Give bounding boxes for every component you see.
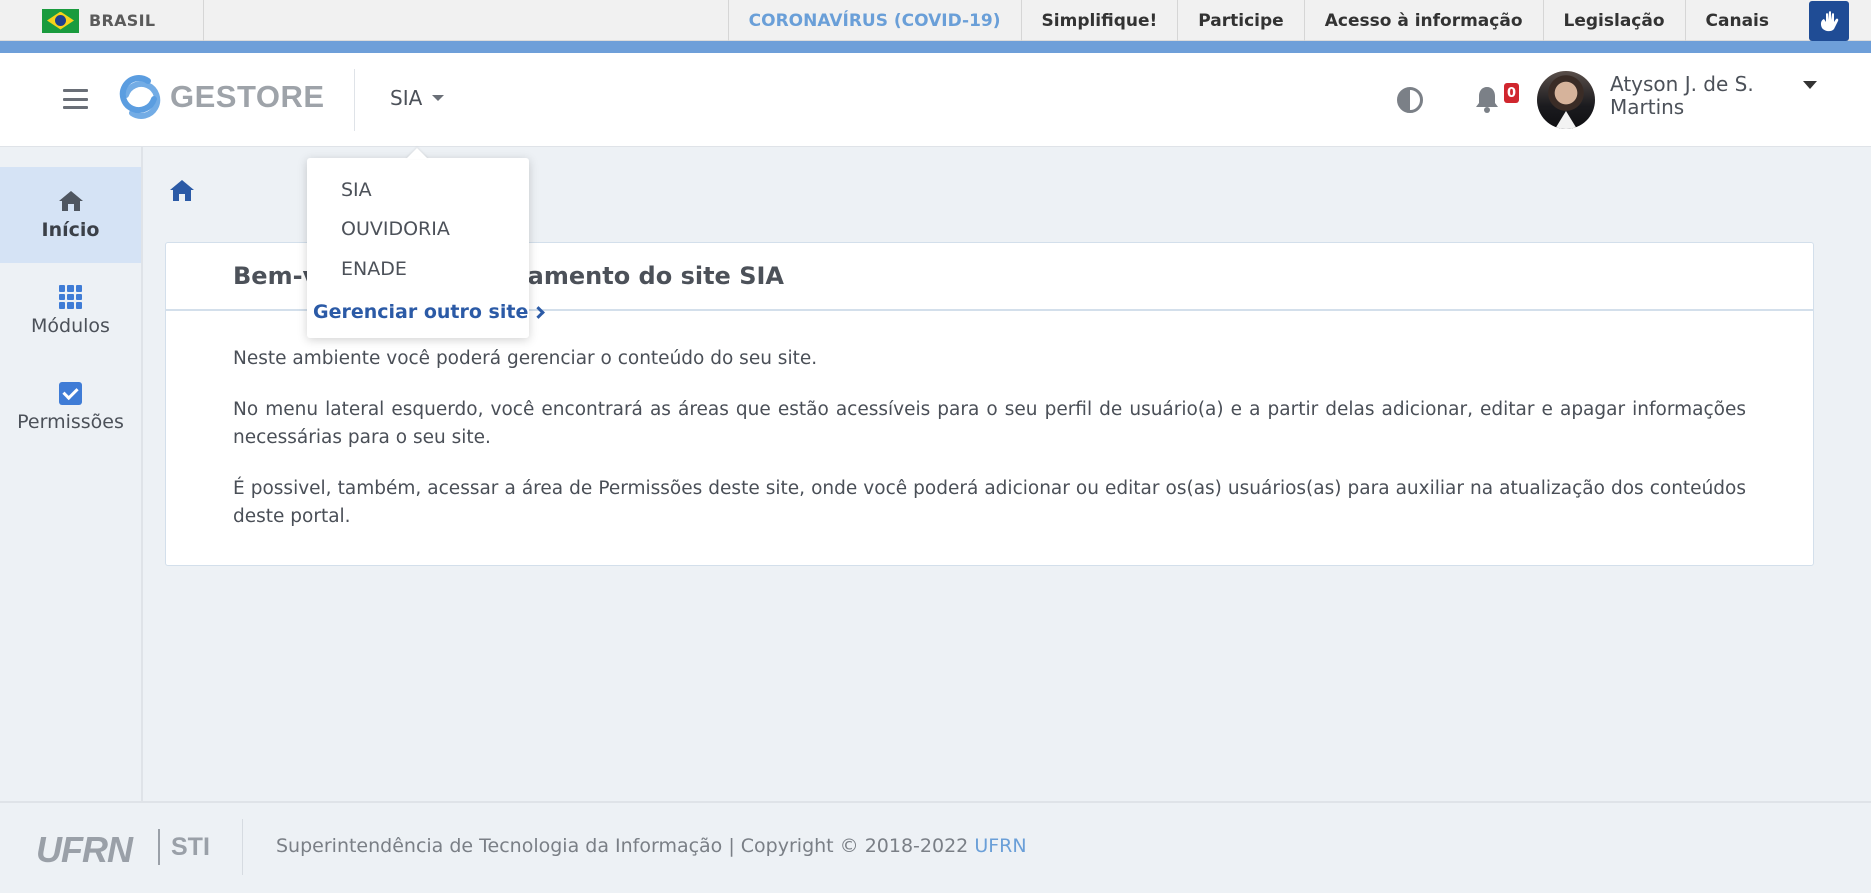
gov-link-simplifique[interactable]: Simplifique! bbox=[1020, 0, 1178, 41]
footer-ufrn-link[interactable]: UFRN bbox=[974, 835, 1026, 857]
hamburger-menu-icon[interactable] bbox=[63, 89, 88, 109]
chevron-right-icon bbox=[532, 305, 546, 319]
grid-icon bbox=[58, 285, 83, 309]
notifications-badge: 0 bbox=[1504, 83, 1520, 103]
contrast-icon[interactable] bbox=[1397, 87, 1423, 113]
sidebar: Início Módulos Permissões bbox=[0, 147, 143, 801]
avatar[interactable] bbox=[1537, 71, 1595, 129]
app-header: GESTORE SIA 0 Atyson J. de S. Martins bbox=[0, 53, 1871, 147]
welcome-paragraph: No menu lateral esquerdo, você encontrar… bbox=[233, 399, 1746, 448]
breadcrumb-home-icon[interactable] bbox=[168, 178, 196, 203]
welcome-paragraph: Neste ambiente você poderá gerenciar o c… bbox=[233, 348, 818, 369]
checkbox-icon bbox=[59, 381, 82, 405]
manage-other-site-label: Gerenciar outro site bbox=[313, 301, 529, 323]
sidebar-item-permissoes[interactable]: Permissões bbox=[0, 359, 141, 455]
footer: UFRN STI Superintendência de Tecnologia … bbox=[0, 801, 1871, 893]
footer-copyright-text: Superintendência de Tecnologia da Inform… bbox=[276, 835, 975, 857]
gov-links: CORONAVÍRUS (COVID-19) Simplifique! Part… bbox=[727, 0, 1871, 41]
sti-logo: STI bbox=[171, 833, 210, 861]
sidebar-item-inicio[interactable]: Início bbox=[0, 167, 141, 263]
gov-link-covid[interactable]: CORONAVÍRUS (COVID-19) bbox=[727, 0, 1021, 41]
gov-brand[interactable]: BRASIL bbox=[42, 0, 205, 41]
site-selector[interactable]: SIA bbox=[390, 86, 445, 110]
gov-link-acesso[interactable]: Acesso à informação bbox=[1303, 0, 1543, 41]
ufrn-logo[interactable]: UFRN bbox=[36, 829, 133, 871]
accent-stripe bbox=[0, 41, 1871, 53]
hand-sign-glyph bbox=[1820, 10, 1839, 31]
manage-other-site-link[interactable]: Gerenciar outro site bbox=[313, 301, 546, 323]
gov-country-label: BRASIL bbox=[89, 11, 156, 30]
footer-copyright: Superintendência de Tecnologia da Inform… bbox=[276, 835, 1027, 857]
bell-icon bbox=[1476, 87, 1498, 113]
welcome-paragraph: É possivel, também, acessar a área de Pe… bbox=[233, 478, 1746, 527]
welcome-card-body: Neste ambiente você poderá gerenciar o c… bbox=[166, 311, 1813, 531]
gov-link-participe[interactable]: Participe bbox=[1177, 0, 1303, 41]
gestore-logo[interactable]: GESTORE bbox=[118, 75, 325, 119]
user-name[interactable]: Atyson J. de S. Martins bbox=[1610, 73, 1770, 119]
gov-link-canais[interactable]: Canais bbox=[1684, 0, 1789, 41]
dropdown-item-enade[interactable]: ENADE bbox=[341, 258, 407, 280]
sidebar-item-label: Permissões bbox=[17, 410, 124, 433]
site-selector-label: SIA bbox=[390, 86, 423, 110]
sidebar-item-label: Módulos bbox=[31, 315, 110, 337]
dropdown-item-ouvidoria[interactable]: OUVIDORIA bbox=[341, 218, 450, 240]
site-dropdown-menu: SIA OUVIDORIA ENADE Gerenciar outro site bbox=[307, 158, 546, 338]
sidebar-item-label: Início bbox=[41, 219, 100, 241]
logo-text: GESTORE bbox=[170, 79, 325, 114]
gestore-logo-icon bbox=[119, 75, 161, 119]
gov-link-legislacao[interactable]: Legislação bbox=[1542, 0, 1685, 41]
notifications-button[interactable]: 0 bbox=[1474, 83, 1520, 119]
hand-sign-icon[interactable] bbox=[1809, 0, 1849, 41]
caret-down-icon bbox=[432, 95, 445, 101]
home-icon bbox=[58, 191, 83, 211]
logo-separator bbox=[158, 829, 160, 865]
dropdown-item-sia[interactable]: SIA bbox=[341, 179, 372, 201]
user-menu-caret-icon[interactable] bbox=[1803, 81, 1817, 89]
footer-divider bbox=[242, 819, 243, 875]
sidebar-item-modulos[interactable]: Módulos bbox=[0, 263, 141, 359]
header-divider bbox=[354, 69, 355, 131]
gov-bar: BRASIL CORONAVÍRUS (COVID-19) Simplifiqu… bbox=[0, 0, 1871, 41]
brazil-flag-icon bbox=[42, 8, 79, 33]
